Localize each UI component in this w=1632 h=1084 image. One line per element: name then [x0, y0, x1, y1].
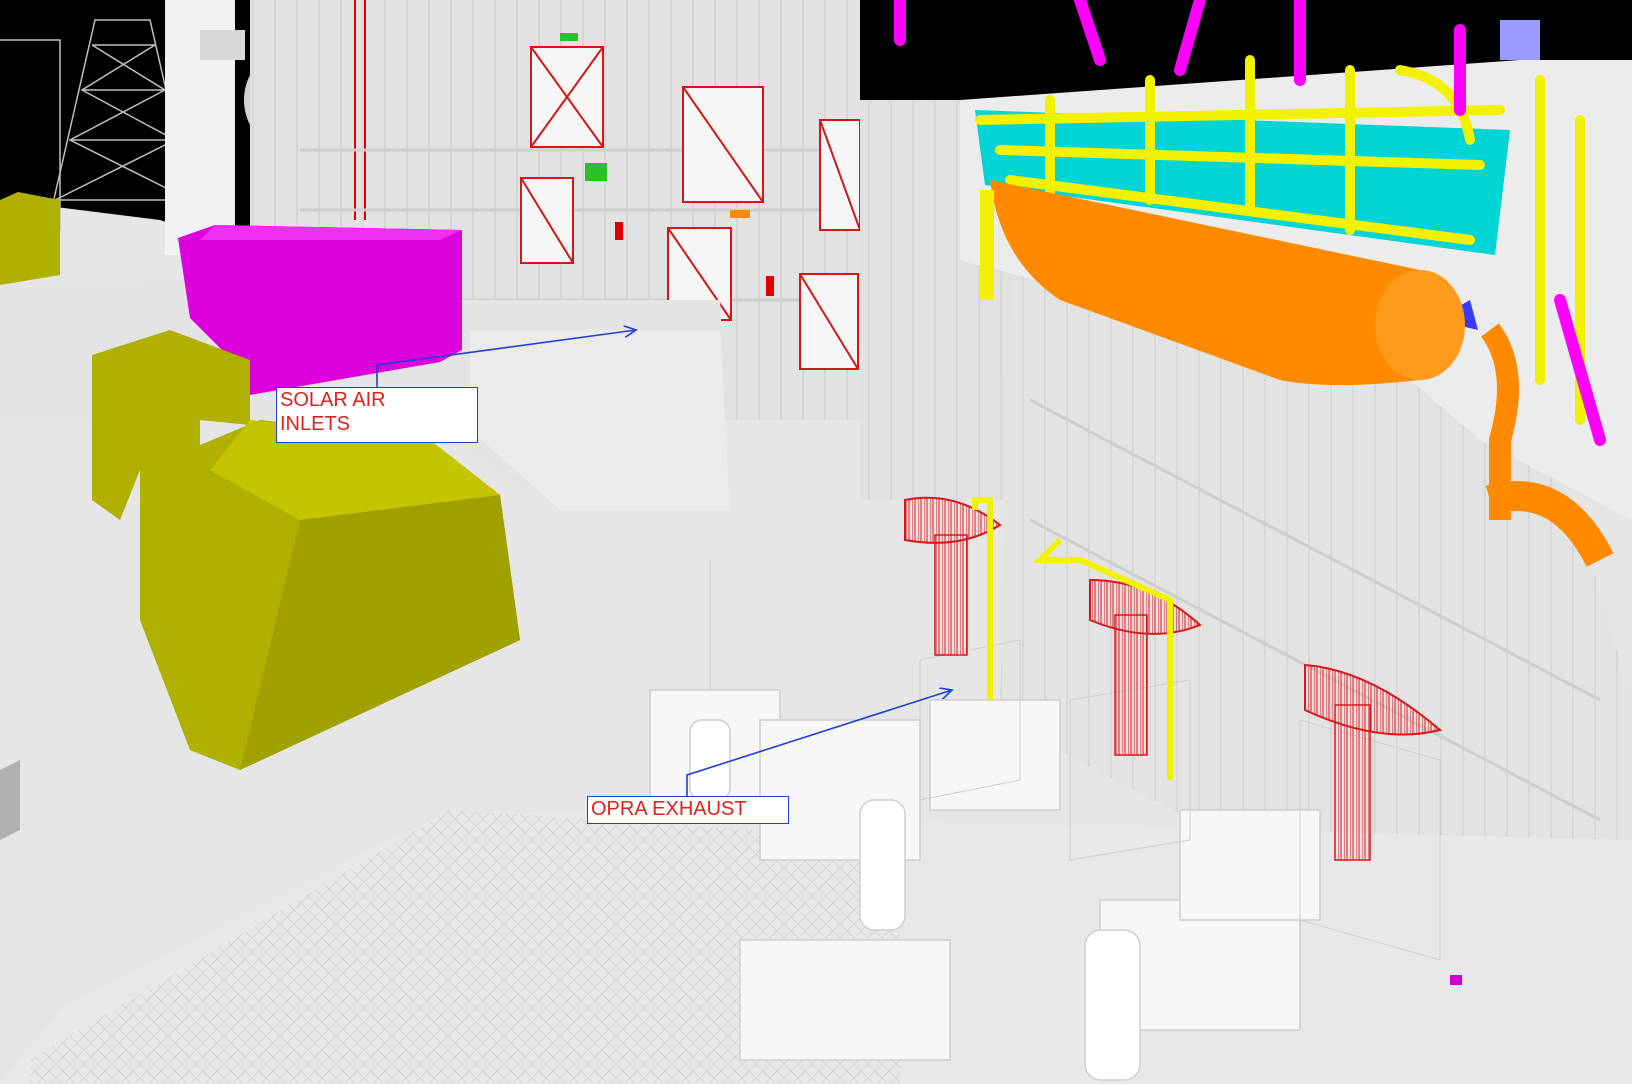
louver-6	[799, 273, 859, 370]
louver-3	[819, 119, 861, 231]
louver-2	[682, 86, 764, 203]
opra-exhaust-callout: OPRA EXHAUST	[587, 796, 789, 824]
cad-viewport[interactable]: SOLAR AIR INLETS OPRA EXHAUST	[0, 0, 1632, 1084]
opra-exhaust-label: OPRA EXHAUST	[591, 798, 747, 820]
solar-air-inlets-label-line1: SOLAR AIR	[280, 389, 386, 411]
plant-3d-model	[0, 0, 1632, 1084]
tower-platform	[200, 30, 245, 60]
louver-4	[520, 177, 574, 264]
solar-air-inlets-callout: SOLAR AIR INLETS	[276, 387, 478, 443]
louver-1	[530, 46, 604, 148]
solar-air-inlets-label-line2: INLETS	[280, 413, 351, 435]
